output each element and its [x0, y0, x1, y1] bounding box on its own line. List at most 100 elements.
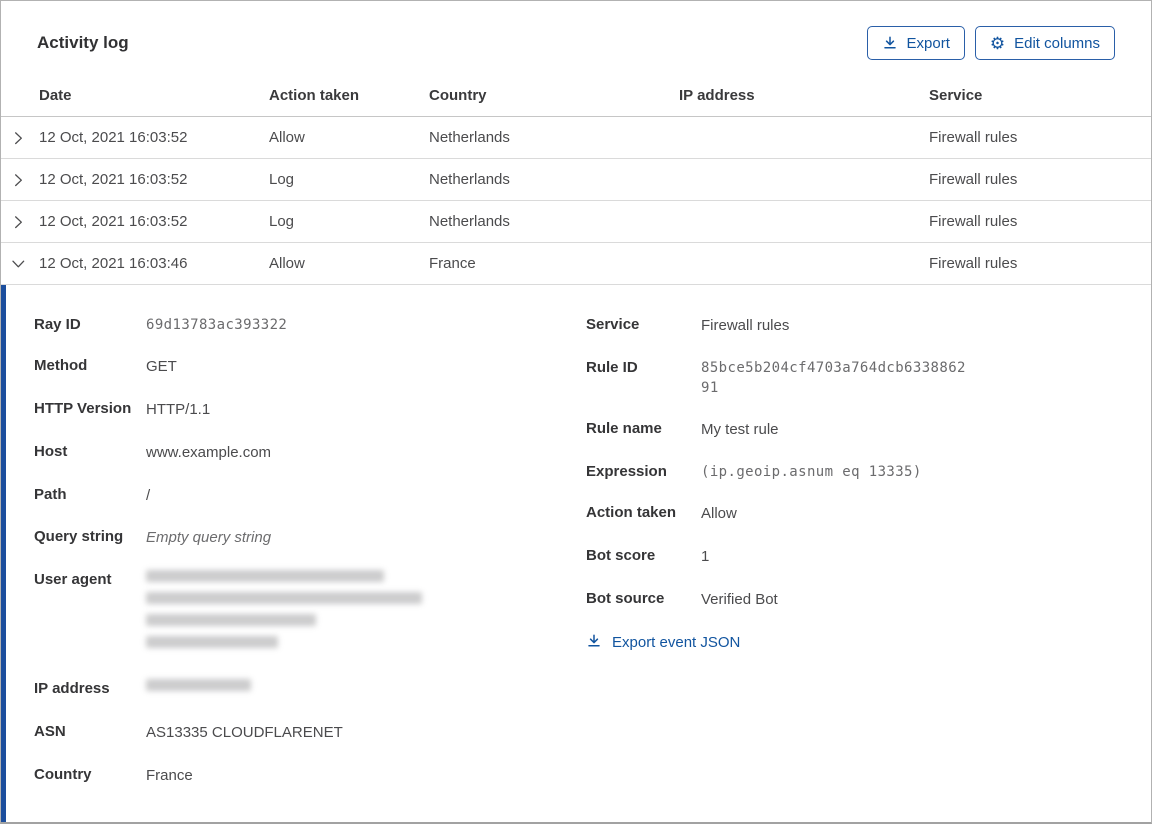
row-date: 12 Oct, 2021 16:03:46: [39, 255, 188, 272]
chevron-right-icon: [11, 214, 26, 230]
detail-value: /: [146, 486, 151, 504]
detail-value: 85bce5b204cf4703a764dcb633886291: [701, 359, 966, 397]
expanded-event-details: Ray ID 69d13783ac393322 Method GET HTTP …: [1, 285, 1151, 822]
detail-row: IP address: [34, 679, 586, 701]
redacted-line: [146, 570, 384, 583]
detail-label: HTTP Version: [34, 400, 132, 418]
detail-value: HTTP/1.1: [146, 401, 211, 419]
detail-label: Host: [34, 442, 68, 460]
detail-value: (ip.geoip.asnum eq 13335): [701, 464, 922, 481]
column-header-action: Action taken: [269, 87, 360, 104]
detail-row: ASN AS13335 CLOUDFLARENET: [34, 722, 586, 744]
detail-row: Service Firewall rules: [586, 315, 1151, 337]
detail-row: User agent: [34, 570, 586, 658]
row-date: 12 Oct, 2021 16:03:52: [39, 129, 188, 146]
gear-icon: ⚙: [989, 33, 1006, 53]
detail-value: 69d13783ac393322: [146, 317, 288, 333]
detail-row: Bot source Verified Bot: [586, 589, 1151, 611]
detail-value: www.example.com: [146, 443, 272, 461]
detail-value: AS13335 CLOUDFLARENET: [146, 724, 343, 742]
detail-row: HTTP Version HTTP/1.1: [34, 399, 586, 421]
detail-row: Method GET: [34, 356, 586, 378]
chevron-right-icon: [11, 172, 26, 188]
row-action: Allow: [269, 129, 305, 146]
detail-row: Path /: [34, 485, 586, 507]
table-row[interactable]: 12 Oct, 2021 16:03:52 Log Netherlands Fi…: [1, 201, 1151, 243]
table-row[interactable]: 12 Oct, 2021 16:03:52 Log Netherlands Fi…: [1, 159, 1151, 201]
detail-value: 1: [701, 548, 710, 566]
redacted-detail-value: [146, 570, 422, 658]
row-country: France: [429, 255, 476, 272]
detail-label: Expression: [586, 463, 667, 481]
row-country: Netherlands: [429, 129, 510, 146]
detail-label: IP address: [34, 680, 110, 698]
download-icon: [586, 633, 602, 653]
column-header-date: Date: [39, 87, 72, 104]
detail-row: Rule ID 85bce5b204cf4703a764dcb633886291: [586, 358, 1151, 399]
row-expander[interactable]: [1, 256, 39, 272]
detail-label: Action taken: [586, 504, 677, 522]
row-action: Log: [269, 213, 295, 230]
detail-label: Path: [34, 485, 67, 503]
row-service: Firewall rules: [929, 129, 1018, 146]
export-event-json-label: Export event JSON: [612, 634, 741, 652]
detail-value: France: [146, 766, 193, 784]
row-expander[interactable]: [1, 130, 39, 146]
detail-row: Country France: [34, 765, 586, 787]
detail-label: Rule name: [586, 420, 662, 438]
activity-log-panel: Activity log Export ⚙ Edit columns Date …: [0, 0, 1152, 824]
detail-label: Bot score: [586, 547, 656, 565]
redacted-line: [146, 592, 422, 605]
export-event-json-link[interactable]: Export event JSON: [586, 633, 740, 653]
download-icon: [882, 35, 898, 51]
column-header-ip: IP address: [679, 87, 755, 104]
detail-value: Verified Bot: [701, 590, 778, 608]
detail-value: Firewall rules: [701, 317, 790, 334]
detail-row: Action taken Allow: [586, 503, 1151, 525]
redacted-detail-value: [146, 679, 251, 701]
edit-columns-button-label: Edit columns: [1014, 34, 1100, 52]
detail-row: Expression (ip.geoip.asnum eq 13335): [586, 462, 1151, 482]
detail-row: Host www.example.com: [34, 442, 586, 464]
row-service: Firewall rules: [929, 213, 1018, 230]
chevron-down-icon: [11, 256, 26, 272]
table-body: 12 Oct, 2021 16:03:52 Allow Netherlands …: [1, 117, 1151, 285]
row-action: Allow: [269, 255, 305, 272]
detail-row: Rule name My test rule: [586, 419, 1151, 441]
row-action: Log: [269, 171, 295, 188]
header-bar: Activity log Export ⚙ Edit columns: [1, 1, 1151, 74]
details-right-column: Service Firewall rules Rule ID 85bce5b20…: [586, 315, 1151, 822]
chevron-right-icon: [11, 130, 26, 146]
row-date: 12 Oct, 2021 16:03:52: [39, 213, 188, 230]
detail-label: Query string: [34, 528, 124, 546]
export-button-label: Export: [906, 34, 950, 52]
row-country: Netherlands: [429, 213, 510, 230]
detail-label: Bot source: [586, 589, 665, 607]
detail-value: My test rule: [701, 421, 779, 439]
row-expander[interactable]: [1, 172, 39, 188]
detail-value: GET: [146, 358, 177, 376]
detail-label: Service: [586, 316, 640, 333]
detail-label: Ray ID: [34, 316, 81, 333]
table-row[interactable]: 12 Oct, 2021 16:03:46 Allow France Firew…: [1, 243, 1151, 285]
detail-label: Rule ID: [586, 358, 638, 376]
redacted-line: [146, 614, 316, 627]
export-button[interactable]: Export: [866, 26, 965, 60]
table-row[interactable]: 12 Oct, 2021 16:03:52 Allow Netherlands …: [1, 117, 1151, 159]
edit-columns-button[interactable]: ⚙ Edit columns: [974, 26, 1115, 60]
toolbar: Export ⚙ Edit columns: [866, 26, 1115, 60]
row-service: Firewall rules: [929, 171, 1018, 188]
detail-row: Bot score 1: [586, 546, 1151, 568]
detail-row: Ray ID 69d13783ac393322: [34, 315, 586, 335]
detail-label: Method: [34, 357, 88, 375]
page-title: Activity log: [37, 33, 129, 52]
row-date: 12 Oct, 2021 16:03:52: [39, 171, 188, 188]
row-expander[interactable]: [1, 214, 39, 230]
detail-row: Query string Empty query string: [34, 527, 586, 549]
detail-label: ASN: [34, 723, 66, 741]
detail-label: User agent: [34, 571, 112, 589]
row-country: Netherlands: [429, 171, 510, 188]
detail-label: Country: [34, 765, 92, 783]
detail-value: Allow: [701, 505, 737, 523]
details-left-column: Ray ID 69d13783ac393322 Method GET HTTP …: [34, 315, 586, 822]
